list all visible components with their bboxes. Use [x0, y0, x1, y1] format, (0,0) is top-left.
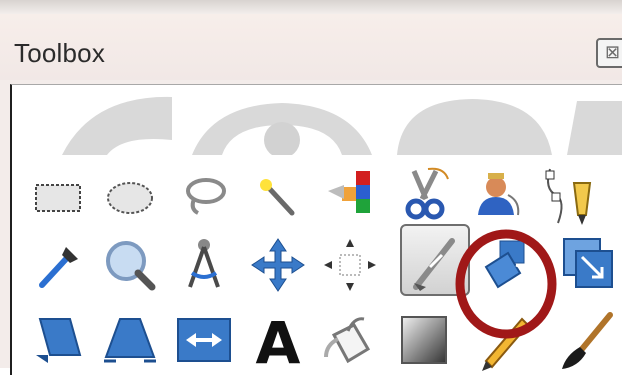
svg-text:A: A [256, 309, 301, 371]
rect-select-tool[interactable] [26, 165, 90, 229]
flip-tool[interactable] [172, 309, 236, 373]
paths-tool-icon [545, 168, 592, 225]
toolbox-window: Toolbox ⊠ A [0, 14, 622, 375]
align-icon [324, 239, 376, 291]
shear-icon [36, 318, 82, 363]
paths-tool[interactable] [536, 165, 600, 229]
top-band [0, 0, 622, 14]
close-icon: ⊠ [605, 42, 621, 62]
color-picker-tool[interactable] [26, 233, 90, 297]
bucket-fill-icon [324, 317, 371, 364]
close-button[interactable]: ⊠ [596, 38, 622, 68]
free-select-lasso-icon [186, 178, 226, 215]
select-by-color-icon [328, 171, 370, 213]
blend-tool[interactable] [392, 309, 456, 373]
scale-tool[interactable] [558, 233, 622, 297]
scissors-select-icon [405, 167, 449, 220]
move-tool[interactable] [246, 233, 310, 297]
annotation-circle [455, 229, 557, 339]
measure-icon [188, 239, 220, 288]
perspective-tool[interactable] [98, 309, 162, 373]
move-icon [251, 238, 305, 292]
foreground-select-icon [478, 173, 520, 216]
select-by-color-tool[interactable] [318, 165, 382, 229]
bucket-fill-tool[interactable] [318, 309, 382, 373]
ellipse-select-tool[interactable] [98, 165, 162, 229]
rect-select-icon [35, 184, 81, 212]
zoom-tool[interactable] [98, 233, 162, 297]
shear-tool[interactable] [26, 309, 90, 373]
fuzzy-select-wand-icon [260, 179, 295, 216]
color-picker-icon [39, 247, 78, 288]
text-tool[interactable]: A [246, 307, 310, 371]
scissors-select-tool[interactable] [392, 165, 456, 229]
scale-icon [563, 238, 613, 288]
zoom-icon [106, 241, 156, 291]
blend-icon [401, 316, 447, 364]
text-icon: A [256, 309, 301, 371]
perspective-icon [104, 318, 156, 363]
ellipse-select-icon [107, 182, 153, 214]
flip-icon [177, 318, 231, 362]
measure-tool[interactable] [172, 233, 236, 297]
fuzzy-select-tool[interactable] [246, 165, 310, 229]
foreground-select-tool[interactable] [464, 165, 528, 229]
free-select-tool[interactable] [172, 165, 236, 229]
title-bar[interactable]: Toolbox ⊠ [0, 14, 622, 80]
wilber-background-graphic [62, 96, 622, 155]
align-tool[interactable] [318, 233, 382, 297]
window-title: Toolbox [14, 38, 106, 68]
